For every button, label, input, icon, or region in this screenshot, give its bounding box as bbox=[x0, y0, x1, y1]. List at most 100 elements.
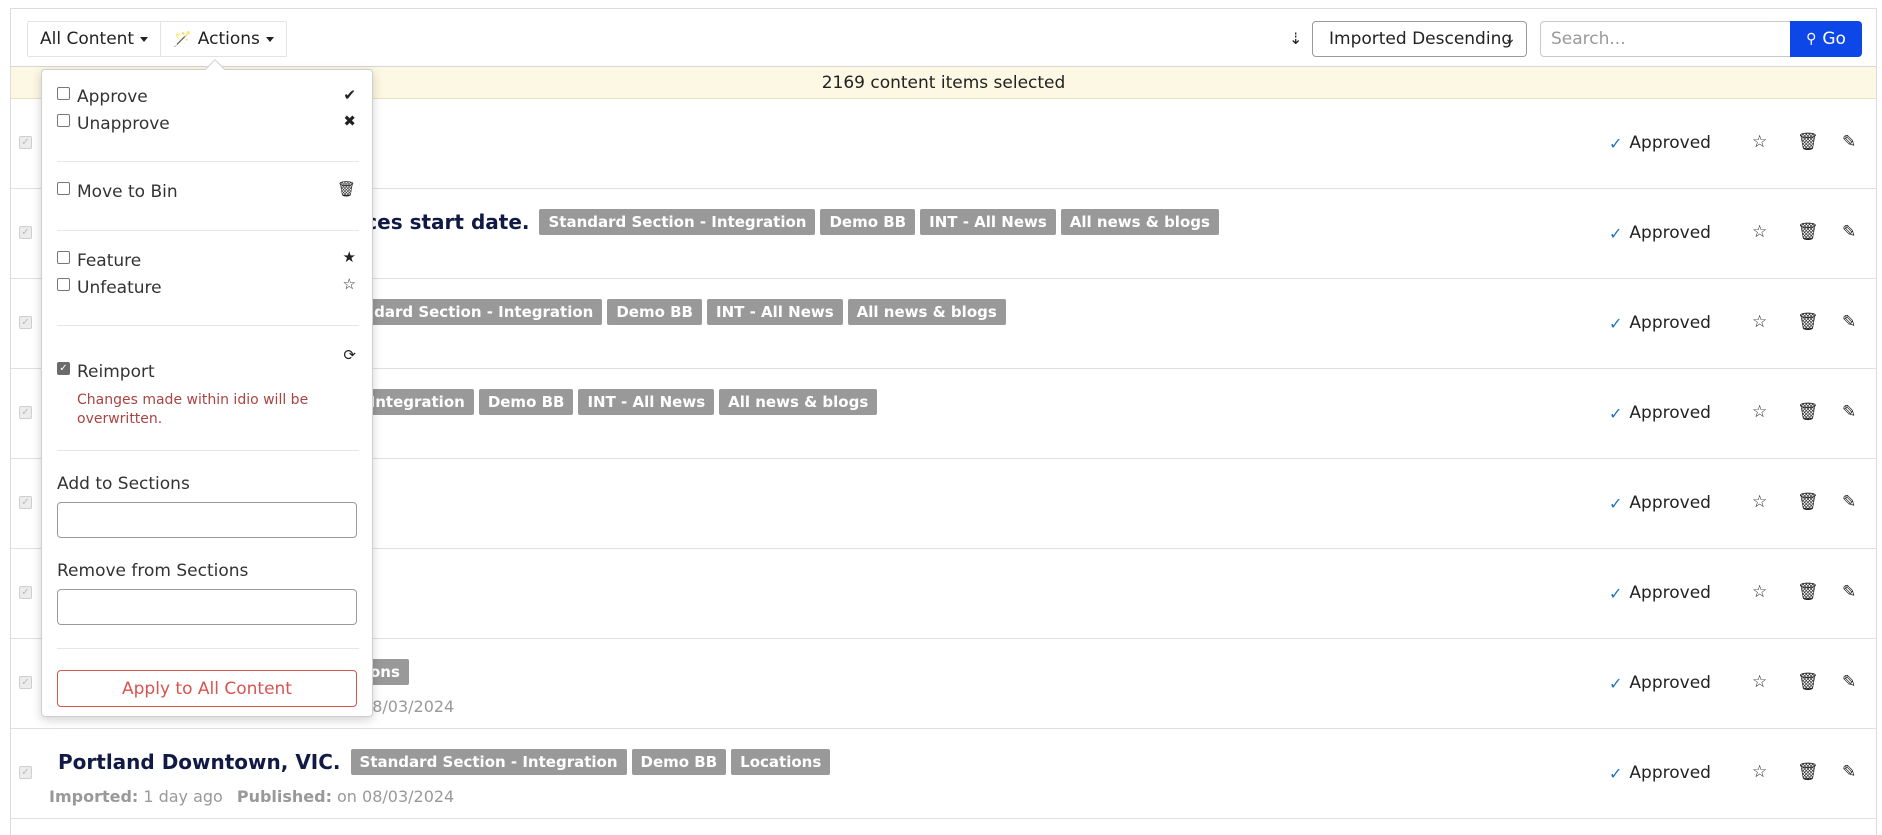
feature-label: Feature bbox=[77, 251, 142, 271]
row-checkbox[interactable]: ✓ bbox=[19, 316, 32, 329]
content-title[interactable]: Portland Downtown, VIC. bbox=[58, 750, 341, 774]
bin-icon[interactable]: 🗑 bbox=[1797, 672, 1819, 692]
magic-wand-icon: 🪄 bbox=[173, 30, 192, 48]
reimport-option[interactable]: ✓ Reimport bbox=[57, 361, 155, 382]
toolbar: All Content 🪄 Actions ⇣ Imported Descend… bbox=[11, 9, 1876, 67]
check-icon: ✓ bbox=[1609, 583, 1623, 603]
feature-checkbox[interactable] bbox=[57, 250, 70, 264]
pencil-icon[interactable]: ✎ bbox=[1842, 672, 1856, 692]
bin-icon[interactable]: 🗑 bbox=[1797, 132, 1819, 152]
pencil-icon[interactable]: ✎ bbox=[1842, 582, 1856, 602]
reimport-warning: Changes made within idio will be overwri… bbox=[77, 392, 309, 427]
star-outline-icon[interactable]: ☆ bbox=[1752, 132, 1767, 152]
search-placeholder: Search... bbox=[1551, 29, 1626, 49]
published-label: Published: bbox=[236, 787, 332, 806]
row-checkbox[interactable]: ✓ bbox=[19, 586, 32, 599]
approve-checkbox[interactable] bbox=[57, 86, 70, 100]
all-content-label: All Content bbox=[40, 29, 135, 49]
apply-to-all-content-button[interactable]: Apply to All Content bbox=[57, 670, 357, 707]
menu-divider bbox=[57, 230, 359, 231]
row-title-line: Portland Downtown, VIC. Standard Section … bbox=[58, 749, 835, 775]
unapprove-checkbox[interactable] bbox=[57, 113, 70, 127]
star-outline-icon[interactable]: ☆ bbox=[1752, 492, 1767, 512]
star-outline-icon[interactable]: ☆ bbox=[1752, 582, 1767, 602]
bin-icon[interactable]: 🗑 bbox=[1797, 492, 1819, 512]
star-outline-icon[interactable]: ☆ bbox=[1752, 402, 1767, 422]
search-input[interactable]: Search... bbox=[1540, 21, 1790, 57]
menu-divider bbox=[57, 648, 359, 649]
bin-icon[interactable]: 🗑 bbox=[1797, 762, 1819, 782]
pencil-icon[interactable]: ✎ bbox=[1842, 762, 1856, 782]
reimport-label: Reimport bbox=[77, 362, 155, 382]
move-to-bin-option[interactable]: Move to Bin bbox=[57, 181, 178, 202]
pencil-icon[interactable]: ✎ bbox=[1842, 492, 1856, 512]
add-to-sections-input[interactable] bbox=[57, 502, 357, 538]
star-outline-icon[interactable]: ☆ bbox=[1752, 672, 1767, 692]
check-icon: ✓ bbox=[1609, 493, 1623, 513]
check-icon: ✓ bbox=[1609, 403, 1623, 423]
unfeature-checkbox[interactable] bbox=[57, 277, 70, 291]
pencil-icon[interactable]: ✎ bbox=[1842, 222, 1856, 242]
status-badge: ✓ Approved bbox=[1609, 403, 1711, 423]
remove-from-sections-input[interactable] bbox=[57, 589, 357, 625]
pencil-icon[interactable]: ✎ bbox=[1842, 312, 1856, 332]
bin-icon: 🗑 bbox=[336, 180, 356, 198]
go-button[interactable]: ⚲ Go bbox=[1790, 21, 1862, 57]
row-checkbox[interactable]: ✓ bbox=[19, 136, 32, 149]
menu-divider bbox=[57, 161, 359, 162]
imported-label: Imported: bbox=[49, 787, 139, 806]
unapprove-option[interactable]: Unapprove bbox=[57, 113, 170, 134]
remove-from-sections-label: Remove from Sections bbox=[57, 561, 249, 581]
pencil-icon[interactable]: ✎ bbox=[1842, 132, 1856, 152]
refresh-icon: ⟳ bbox=[343, 346, 356, 364]
row-checkbox[interactable]: ✓ bbox=[19, 766, 32, 779]
status-text: Approved bbox=[1629, 673, 1711, 693]
approve-option[interactable]: Approve bbox=[57, 86, 148, 107]
feature-option[interactable]: Feature bbox=[57, 250, 142, 271]
unapprove-label: Unapprove bbox=[77, 114, 170, 134]
chevron-down-icon: ⌄ bbox=[1504, 31, 1516, 47]
menu-divider bbox=[57, 325, 359, 326]
section-tag: Demo BB bbox=[607, 299, 702, 325]
status-text: Approved bbox=[1629, 403, 1711, 423]
status-text: Approved bbox=[1629, 583, 1711, 603]
section-tag: All news & blogs bbox=[847, 299, 1006, 325]
section-tag: All news & blogs bbox=[1060, 209, 1219, 235]
star-outline-icon[interactable]: ☆ bbox=[1752, 762, 1767, 782]
status-text: Approved bbox=[1629, 313, 1711, 333]
status-text: Approved bbox=[1629, 133, 1711, 153]
check-icon: ✔ bbox=[343, 86, 356, 104]
section-tag: Demo BB bbox=[478, 389, 574, 415]
unfeature-option[interactable]: Unfeature bbox=[57, 277, 162, 298]
content-row[interactable]: ✓ Portland Downtown, VIC. Standard Section… bbox=[11, 729, 1876, 819]
status-badge: ✓ Approved bbox=[1609, 133, 1711, 153]
move-to-bin-checkbox[interactable] bbox=[57, 181, 70, 195]
star-outline-icon[interactable]: ☆ bbox=[1752, 312, 1767, 332]
caret-down-icon bbox=[265, 36, 274, 42]
star-outline-icon[interactable]: ☆ bbox=[1752, 222, 1767, 242]
bin-icon[interactable]: 🗑 bbox=[1797, 312, 1819, 332]
check-icon: ✓ bbox=[1609, 313, 1623, 333]
menu-divider bbox=[57, 450, 359, 451]
sort-select[interactable]: Imported Descending ⌄ bbox=[1312, 21, 1527, 57]
section-tag: Demo BB bbox=[631, 749, 727, 775]
status-badge: ✓ Approved bbox=[1609, 493, 1711, 513]
all-content-dropdown[interactable]: All Content bbox=[28, 22, 160, 56]
bin-icon[interactable]: 🗑 bbox=[1797, 582, 1819, 602]
add-to-sections-label: Add to Sections bbox=[57, 474, 190, 494]
pencil-icon[interactable]: ✎ bbox=[1842, 402, 1856, 422]
actions-menu: Approve ✔ Unapprove ✖ Move to Bin 🗑 Feat… bbox=[41, 59, 373, 717]
bin-icon[interactable]: 🗑 bbox=[1797, 222, 1819, 242]
published-value: on 08/03/2024 bbox=[337, 787, 455, 806]
row-checkbox[interactable]: ✓ bbox=[19, 496, 32, 509]
bin-icon[interactable]: 🗑 bbox=[1797, 402, 1819, 422]
section-tag: INT - All News bbox=[578, 389, 715, 415]
check-icon: ✓ bbox=[1609, 133, 1623, 153]
row-checkbox[interactable]: ✓ bbox=[19, 226, 32, 239]
actions-dropdown[interactable]: 🪄 Actions bbox=[160, 22, 286, 56]
status-badge: ✓ Approved bbox=[1609, 583, 1711, 603]
reimport-checkbox[interactable]: ✓ bbox=[57, 361, 70, 375]
section-tag: All news & blogs bbox=[719, 389, 878, 415]
row-checkbox[interactable]: ✓ bbox=[19, 676, 32, 689]
row-checkbox[interactable]: ✓ bbox=[19, 406, 32, 419]
